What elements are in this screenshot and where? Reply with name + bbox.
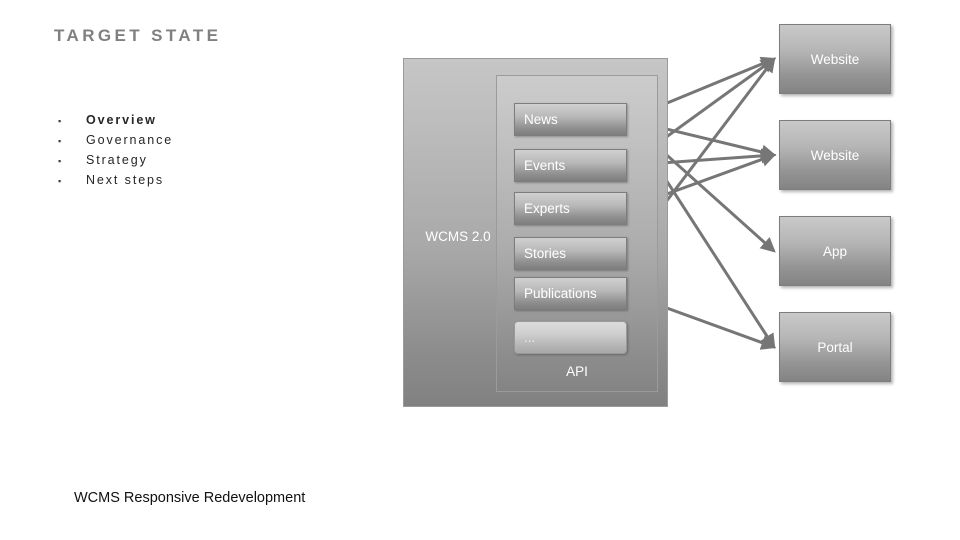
- channel-app[interactable]: App: [779, 216, 891, 286]
- wcms-platform-label: WCMS 2.0: [425, 229, 491, 244]
- api-layer-label: API: [566, 364, 588, 379]
- channel-portal[interactable]: Portal: [779, 312, 891, 382]
- content-type-more[interactable]: ...: [514, 321, 627, 354]
- content-type-experts[interactable]: Experts: [514, 192, 627, 225]
- content-type-publications[interactable]: Publications: [514, 277, 627, 310]
- target-state-diagram: WCMS 2.0 API News Events Experts Stories Pub…: [0, 0, 960, 540]
- content-type-news[interactable]: News: [514, 103, 627, 136]
- content-type-events[interactable]: Events: [514, 149, 627, 182]
- channel-website-2[interactable]: Website: [779, 120, 891, 190]
- channel-website[interactable]: Website: [779, 24, 891, 94]
- content-type-stories[interactable]: Stories: [514, 237, 627, 270]
